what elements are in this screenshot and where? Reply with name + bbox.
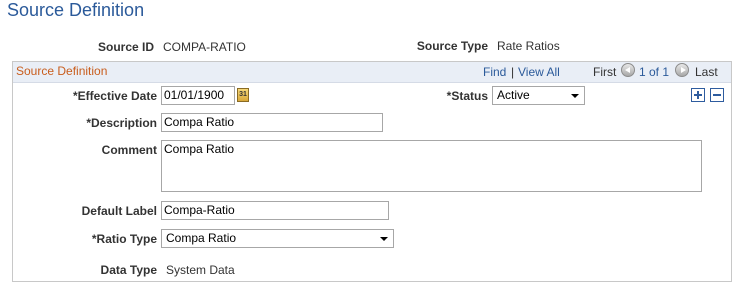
ratio-type-selected-value: Compa Ratio xyxy=(166,231,237,245)
row-range: 1 of 1 xyxy=(639,65,670,79)
chevron-down-icon xyxy=(571,94,579,98)
page-title: Source Definition xyxy=(7,0,145,20)
status-select[interactable]: Active xyxy=(492,86,585,105)
add-row-button[interactable] xyxy=(691,88,705,102)
status-selected-value: Active xyxy=(497,88,530,102)
description-input[interactable]: Compa Ratio xyxy=(161,113,383,132)
status-label: *Status xyxy=(446,89,488,103)
effective-date-input[interactable]: 01/01/1900 xyxy=(161,86,235,105)
source-type-value: Rate Ratios xyxy=(497,39,560,53)
source-type-label: Source Type xyxy=(416,39,488,53)
ratio-type-label: *Ratio Type xyxy=(91,232,157,246)
panel-title: Source Definition xyxy=(16,64,108,78)
default-label-label: Default Label xyxy=(81,204,157,218)
prev-circle-icon[interactable] xyxy=(621,63,635,77)
default-label-input[interactable]: Compa-Ratio xyxy=(161,201,389,220)
description-label: *Description xyxy=(86,116,157,130)
source-id-value: COMPA-RATIO xyxy=(163,40,246,54)
panel-header: Source Definition Find | View All First … xyxy=(13,62,731,83)
ratio-type-select[interactable]: Compa Ratio xyxy=(161,229,394,248)
source-id-label: Source ID xyxy=(97,40,154,54)
comment-textarea[interactable]: Compa Ratio xyxy=(161,140,702,192)
comment-label: Comment xyxy=(101,143,157,157)
delete-row-button[interactable] xyxy=(710,88,724,102)
last-label: Last xyxy=(695,65,718,79)
calendar-icon[interactable]: 31 xyxy=(237,88,249,102)
view-all-link[interactable]: View All xyxy=(518,65,560,79)
chevron-down-icon xyxy=(380,237,388,241)
next-circle-icon[interactable] xyxy=(675,63,689,77)
find-link[interactable]: Find xyxy=(483,65,506,79)
data-type-value: System Data xyxy=(166,263,235,277)
nav-separator: | xyxy=(511,65,515,79)
first-label: First xyxy=(593,65,617,79)
effective-date-label: *Effective Date xyxy=(72,89,157,103)
data-type-label: Data Type xyxy=(100,263,157,277)
